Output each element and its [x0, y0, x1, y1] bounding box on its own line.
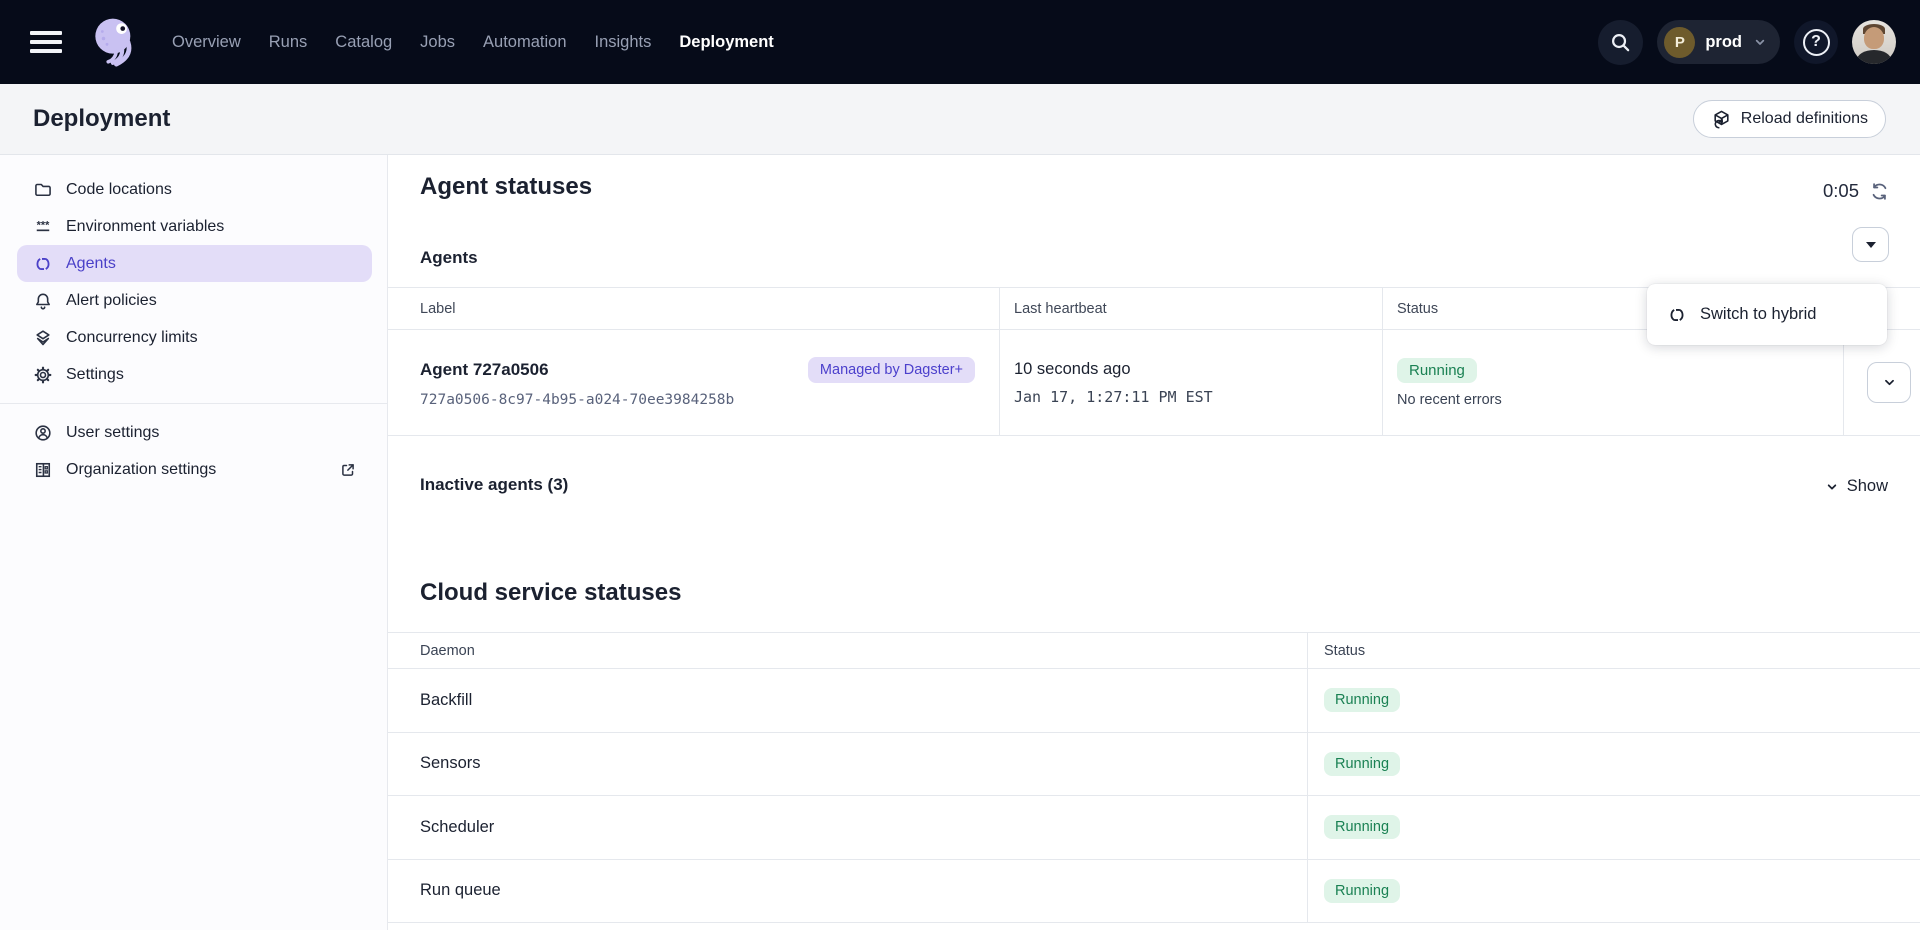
menu-icon[interactable] — [30, 31, 62, 53]
sidebar-item-user-settings[interactable]: User settings — [0, 414, 387, 451]
show-label: Show — [1847, 477, 1888, 496]
agent-icon — [33, 254, 53, 274]
sidebar-item-settings[interactable]: Settings — [0, 356, 387, 393]
menu-item-switch-to-hybrid[interactable]: Switch to hybrid — [1700, 305, 1816, 324]
agent-status-badge: Running — [1397, 358, 1477, 383]
primary-nav: Overview Runs Catalog Jobs Automation In… — [172, 33, 774, 52]
caret-down-icon — [1866, 242, 1876, 248]
table-row: Run queue Running — [388, 860, 1920, 924]
agent-actions-menu: Switch to hybrid — [1647, 284, 1887, 345]
agent-id: 727a0506-8c97-4b95-a024-70ee3984258b — [420, 392, 975, 408]
refresh-icon[interactable] — [1869, 181, 1890, 202]
agent-row: Agent 727a0506 Managed by Dagster+ 727a0… — [388, 330, 1920, 436]
top-nav: Overview Runs Catalog Jobs Automation In… — [0, 0, 1920, 84]
table-row: Scheduler Running — [388, 796, 1920, 860]
building-icon — [33, 460, 53, 480]
daemon-name: Backfill — [388, 669, 1308, 732]
main-content: Agent statuses 0:05 Agents Label Last he… — [388, 155, 1920, 930]
daemon-name: Scheduler — [388, 796, 1308, 859]
chevron-down-icon — [1752, 34, 1768, 50]
table-row: Sensors Running — [388, 733, 1920, 797]
status-badge: Running — [1324, 752, 1400, 776]
nav-item-jobs[interactable]: Jobs — [420, 33, 455, 52]
user-circle-icon — [33, 423, 53, 443]
deployment-initial-avatar: P — [1664, 27, 1695, 58]
services-table-header: Daemon Status — [388, 632, 1920, 669]
search-button[interactable] — [1598, 20, 1643, 65]
search-icon — [1609, 31, 1632, 54]
agent-icon — [1667, 305, 1687, 325]
deployment-name: prod — [1705, 33, 1742, 52]
column-header-heartbeat: Last heartbeat — [1000, 288, 1383, 329]
question-mark-icon: ? — [1803, 29, 1830, 56]
sidebar-divider — [0, 403, 387, 404]
status-badge: Running — [1324, 879, 1400, 903]
chevron-down-icon — [1881, 374, 1898, 391]
inactive-agents-heading: Inactive agents (3) — [420, 475, 568, 495]
sidebar-item-concurrency-limits[interactable]: Concurrency limits — [0, 319, 387, 356]
agent-row-expand-button[interactable] — [1867, 362, 1911, 403]
env-variables-icon: *** — [33, 217, 53, 237]
sidebar-item-label: Concurrency limits — [66, 329, 198, 347]
deployment-switcher[interactable]: P prod — [1657, 20, 1780, 64]
help-button[interactable]: ? — [1794, 20, 1838, 64]
sidebar-item-label: Environment variables — [66, 218, 224, 236]
deployment-sidebar: Code locations *** Environment variables… — [0, 155, 388, 930]
nav-item-insights[interactable]: Insights — [595, 33, 652, 52]
agent-status-note: No recent errors — [1397, 392, 1843, 408]
sidebar-item-label: Organization settings — [66, 461, 216, 479]
user-avatar[interactable] — [1852, 20, 1896, 64]
agent-actions-dropdown-button[interactable] — [1852, 227, 1889, 262]
nav-item-deployment[interactable]: Deployment — [679, 33, 773, 52]
sidebar-item-agents[interactable]: Agents — [17, 245, 372, 282]
bell-icon — [33, 291, 53, 311]
sidebar-item-label: Alert policies — [66, 292, 157, 310]
agent-name[interactable]: Agent 727a0506 — [420, 360, 549, 380]
cloud-services-table: Daemon Status Backfill Running Sensors R… — [388, 632, 1920, 923]
sidebar-item-organization-settings[interactable]: Organization settings — [0, 451, 387, 488]
chevron-down-icon — [1824, 479, 1840, 495]
column-header-status: Status — [1308, 633, 1920, 668]
table-row: Backfill Running — [388, 669, 1920, 733]
sidebar-item-code-locations[interactable]: Code locations — [0, 171, 387, 208]
svg-text:***: *** — [37, 219, 50, 231]
external-link-icon — [339, 461, 357, 479]
reload-definitions-button[interactable]: Reload definitions — [1693, 100, 1886, 138]
auto-refresh-control: 0:05 — [1823, 180, 1890, 202]
agents-subheading: Agents — [420, 248, 478, 268]
nav-item-automation[interactable]: Automation — [483, 33, 566, 52]
daemon-name: Run queue — [388, 860, 1308, 923]
column-header-label: Label — [388, 288, 1000, 329]
status-badge: Running — [1324, 815, 1400, 839]
heartbeat-relative: 10 seconds ago — [1014, 360, 1382, 379]
daemon-name: Sensors — [388, 733, 1308, 796]
gear-icon — [33, 365, 53, 385]
page-header: Deployment Reload definitions — [0, 84, 1920, 155]
folder-icon — [33, 180, 53, 200]
status-badge: Running — [1324, 688, 1400, 712]
refresh-countdown: 0:05 — [1823, 180, 1859, 202]
nav-item-runs[interactable]: Runs — [269, 33, 308, 52]
sidebar-item-environment-variables[interactable]: *** Environment variables — [0, 208, 387, 245]
sidebar-item-label: Settings — [66, 366, 124, 384]
page-title: Deployment — [33, 105, 170, 133]
reload-definitions-label: Reload definitions — [1741, 110, 1868, 128]
sidebar-item-label: Code locations — [66, 181, 172, 199]
nav-item-catalog[interactable]: Catalog — [335, 33, 392, 52]
sidebar-item-label: User settings — [66, 424, 159, 442]
column-header-daemon: Daemon — [388, 633, 1308, 668]
agent-statuses-heading: Agent statuses — [420, 173, 592, 201]
nav-item-overview[interactable]: Overview — [172, 33, 241, 52]
cloud-service-statuses-heading: Cloud service statuses — [420, 579, 681, 607]
dagster-logo-icon[interactable] — [86, 13, 142, 71]
sidebar-item-label: Agents — [66, 255, 116, 273]
managed-badge: Managed by Dagster+ — [808, 357, 975, 383]
show-inactive-agents-button[interactable]: Show — [1824, 477, 1888, 496]
heartbeat-timestamp: Jan 17, 1:27:11 PM EST — [1014, 388, 1382, 406]
sidebar-item-alert-policies[interactable]: Alert policies — [0, 282, 387, 319]
reload-package-icon — [1711, 109, 1732, 130]
layers-icon — [33, 328, 53, 348]
